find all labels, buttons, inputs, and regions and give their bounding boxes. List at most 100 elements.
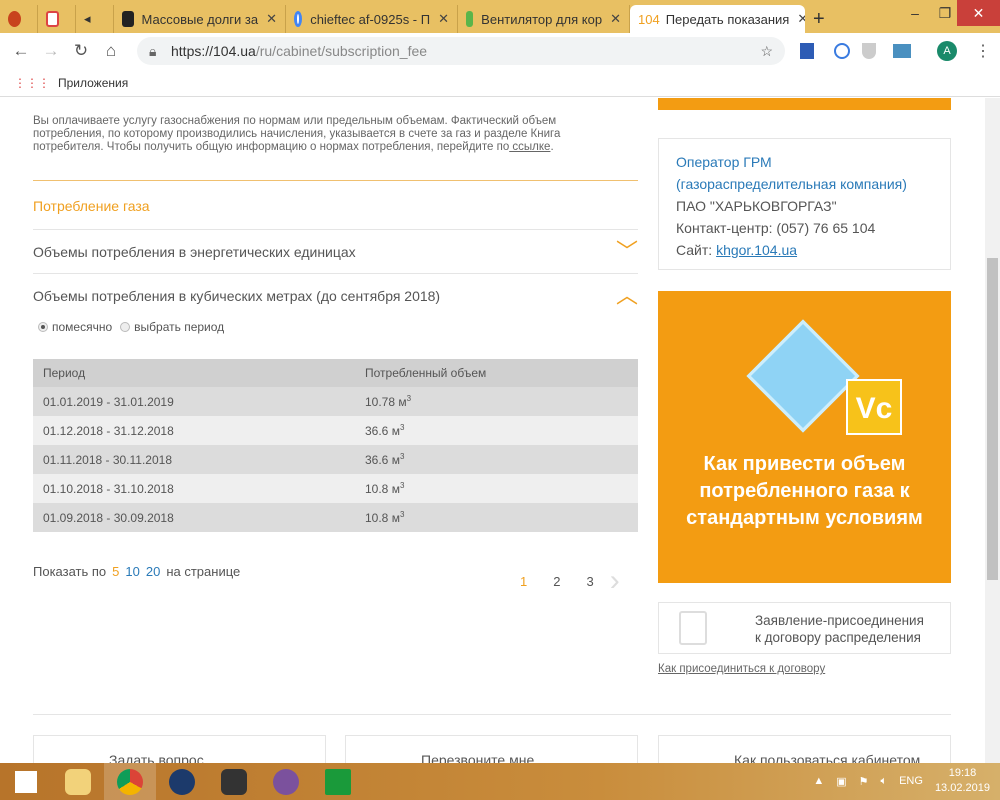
page-2[interactable]: 2 [553, 574, 560, 589]
tab-pinned-audio[interactable]: ◂ [76, 5, 114, 33]
volume-cell: 36.6 м3 [355, 445, 638, 474]
chevron-down-icon: ﹀ [615, 239, 638, 264]
apps-bookmark[interactable]: Приложения [58, 76, 128, 90]
close-tab-icon[interactable]: ✕ [438, 11, 449, 27]
application-form-button[interactable]: Заявление-присоединения к договору распр… [658, 602, 951, 654]
radio-monthly[interactable] [38, 322, 48, 332]
close-tab-icon[interactable]: ✕ [266, 11, 277, 27]
taskbar-viber[interactable] [260, 763, 312, 800]
promo-banner[interactable]: Vc Как привести объем потребленного газа… [658, 291, 951, 583]
volume-cell: 36.6 м3 [355, 416, 638, 445]
volume-icon[interactable]: 🔈︎ [880, 775, 887, 788]
accordion-energy-units[interactable]: Объемы потребления в энергетических един… [33, 229, 638, 273]
close-window-button[interactable]: ✕ [957, 0, 1000, 26]
tab-active[interactable]: 104 Передать показания ✕ [630, 5, 805, 33]
taskbar-nvidia[interactable] [208, 763, 260, 800]
shield-extension-icon[interactable] [862, 43, 876, 59]
intro-body: Вы оплачиваете услугу газоснабжения по н… [33, 115, 561, 153]
unit: м [391, 511, 400, 525]
page-size-20[interactable]: 20 [146, 564, 160, 579]
maximize-button[interactable]: ❐ [930, 0, 960, 26]
start-button[interactable] [0, 763, 52, 800]
page-1[interactable]: 1 [520, 574, 527, 589]
tab-pinned-gmail[interactable] [38, 5, 76, 33]
back-icon[interactable]: ← [6, 41, 36, 61]
extension-icon[interactable] [834, 43, 850, 59]
system-tray: ▲ ▣ ⚑ 🔈︎ ENG 19:18 13.02.2019 [813, 766, 990, 796]
tray-expand-icon[interactable]: ▲ [813, 775, 824, 787]
intro-text: Вы оплачиваете услугу газоснабжения по н… [33, 115, 561, 153]
unit-exponent: 3 [399, 452, 405, 461]
how-to-use-card[interactable]: Как пользоваться кабинетом [658, 735, 951, 763]
accordion-cubic-meters[interactable]: Объемы потребления в кубических метрах (… [33, 273, 638, 317]
unit: м [391, 424, 400, 438]
unit: м [391, 453, 400, 467]
volume-value: 10.78 [365, 395, 396, 409]
taskbar-calculator[interactable] [312, 763, 364, 800]
close-tab-icon[interactable]: ✕ [797, 11, 805, 27]
apps-grid-icon: ⋮⋮⋮ [14, 75, 50, 90]
ask-question-card[interactable]: Задать вопрос [33, 735, 326, 763]
doc-line-1: Заявление-присоединения [755, 613, 924, 628]
lock-icon: 🔒︎ [149, 43, 157, 59]
forward-icon[interactable]: → [36, 41, 66, 61]
bookmark-extension-icon[interactable] [800, 43, 814, 59]
tab-2[interactable]: chieftec af-0925s - П ✕ [286, 5, 458, 33]
tab-1[interactable]: Массовые долги за ✕ [114, 5, 286, 33]
radio-label: помесячно [52, 320, 113, 334]
chrome-icon [117, 768, 143, 795]
tab-label: Массовые долги за [141, 11, 259, 27]
page-size-5[interactable]: 5 [112, 564, 119, 579]
clock[interactable]: 19:18 13.02.2019 [935, 766, 990, 796]
accordion-label: Объемы потребления в кубических метрах (… [33, 288, 441, 304]
table-header: Период Потребленный объем [33, 359, 638, 387]
flag-icon[interactable]: ⚑ [859, 775, 869, 788]
network-icon[interactable]: ▣ [836, 775, 846, 788]
site-icon [466, 11, 474, 27]
taskbar-chrome[interactable] [104, 763, 156, 800]
reload-icon[interactable]: ↻ [66, 41, 96, 61]
google-icon [294, 11, 303, 27]
address-bar-row: ← → ↻ ⌂ 🔒︎ https://104.ua/ru/cabinet/subs… [0, 33, 1000, 69]
avatar[interactable]: A [937, 41, 957, 61]
tab-label: Передать показания [665, 11, 790, 27]
image-extension-icon[interactable] [893, 44, 911, 58]
next-page-icon[interactable]: › [610, 564, 620, 598]
period-cell: 01.01.2019 - 31.01.2019 [33, 387, 355, 416]
tab-3[interactable]: Вентилятор для кор ✕ [458, 5, 630, 33]
close-tab-icon[interactable]: ✕ [610, 11, 621, 27]
page-3[interactable]: 3 [586, 574, 593, 589]
ccleaner-icon [169, 768, 195, 795]
norms-link[interactable]: ссылке [509, 141, 550, 153]
star-icon[interactable]: ☆ [760, 37, 773, 65]
url-input[interactable]: 🔒︎ https://104.ua/ru/cabinet/subscription… [137, 37, 785, 65]
unit-exponent: 3 [399, 481, 405, 490]
home-icon[interactable]: ⌂ [96, 41, 126, 61]
volume-cell: 10.78 м3 [355, 387, 638, 416]
taskbar-explorer[interactable] [52, 763, 104, 800]
company-name: ПАО "ХАРЬКОВГОРГАЗ" [676, 198, 837, 214]
tab-pinned-1[interactable] [0, 5, 38, 33]
language-indicator[interactable]: ENG [899, 775, 923, 787]
new-tab-button[interactable]: + [805, 5, 833, 33]
clipboard-add-icon [679, 611, 707, 645]
taskbar-app[interactable] [156, 763, 208, 800]
join-contract-link[interactable]: Как присоединиться к договору [658, 663, 825, 675]
scrollbar-thumb[interactable] [987, 258, 998, 580]
radio-select-period[interactable] [120, 322, 131, 332]
site-icon [122, 11, 134, 27]
table-row: 01.11.2018 - 30.11.2018 36.6 м3 [33, 445, 638, 474]
call-me-card[interactable]: Перезвоните мне [345, 735, 638, 763]
unit: м [398, 395, 407, 409]
tab-bar: ◂ Массовые долги за ✕ chieftec af-0925s -… [0, 0, 1000, 33]
site-link[interactable]: khgor.104.ua [716, 242, 797, 258]
unit-exponent: 3 [406, 394, 412, 403]
vc-badge: Vc [846, 379, 902, 435]
menu-icon[interactable]: ⋮ [975, 41, 991, 61]
scrollbar[interactable] [985, 98, 1000, 763]
page-size-10[interactable]: 10 [125, 564, 139, 579]
period-radio-group: помесячно выбрать период [38, 320, 224, 334]
column-header: Потребленный объем [355, 359, 638, 387]
minimize-button[interactable]: – [900, 0, 930, 26]
nvidia-icon [221, 768, 247, 795]
